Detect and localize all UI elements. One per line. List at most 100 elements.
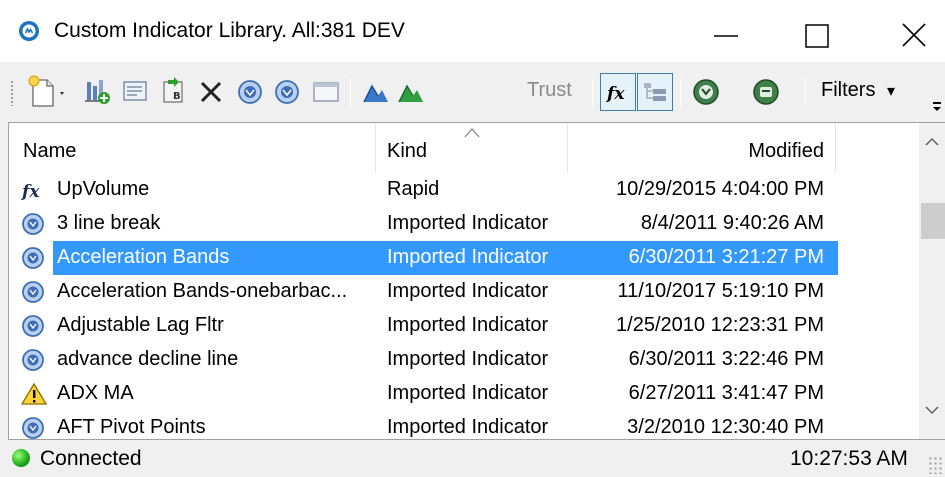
row-kind: Imported Indicator: [387, 246, 549, 268]
toolbar-overflow-button[interactable]: [930, 98, 944, 118]
globe-download-icon: [693, 79, 719, 105]
column-divider[interactable]: [375, 123, 376, 173]
svg-text:fx: fx: [606, 84, 625, 104]
row-name: ADX MA: [57, 382, 134, 404]
imported-indicator-icon: [21, 416, 47, 439]
warning-icon: [20, 382, 48, 406]
imported-indicator-icon: [21, 212, 47, 236]
row-modified: 6/27/2011 3:41:47 PM: [628, 382, 824, 404]
window-layout-button[interactable]: [308, 74, 344, 110]
row-name: Acceleration Bands-onebarbac...: [57, 280, 348, 302]
line-chart-blue-icon: [363, 84, 388, 103]
toolbar: B Trust fx Filters ▾: [0, 62, 945, 122]
trust-button[interactable]: Trust: [527, 79, 572, 102]
toolbar-separator: [680, 78, 681, 108]
tree-view-icon: [644, 83, 666, 101]
svg-text:fx: fx: [21, 182, 40, 202]
tree-view-toggle[interactable]: [637, 73, 673, 111]
row-name: UpVolume: [57, 178, 150, 200]
row-modified: 3/2/2010 12:30:40 PM: [627, 416, 824, 438]
svg-text:B: B: [173, 91, 181, 102]
overflow-chevron-icon: [933, 102, 941, 111]
properties-icon: [123, 81, 147, 101]
scroll-up-icon[interactable]: [925, 137, 939, 147]
column-header-name[interactable]: Name: [23, 123, 76, 173]
chart-style-button-1[interactable]: [358, 74, 394, 110]
fx-icon: fx: [606, 84, 625, 104]
row-modified: 6/30/2011 3:21:27 PM: [628, 246, 824, 268]
column-header-row: Name Kind Modified: [9, 123, 919, 173]
resize-grip[interactable]: [928, 456, 942, 474]
toolbar-grip[interactable]: [10, 80, 14, 106]
row-kind: Imported Indicator: [387, 314, 549, 336]
imported-indicator-icon: [21, 348, 47, 372]
delete-button[interactable]: [194, 74, 228, 110]
fx-filter-toggle[interactable]: fx: [600, 73, 636, 111]
globe-upload-icon: [753, 79, 779, 105]
properties-button[interactable]: [118, 74, 152, 110]
row-kind: Imported Indicator: [387, 280, 549, 302]
column-divider[interactable]: [835, 123, 836, 173]
column-header-modified[interactable]: Modified: [569, 123, 824, 173]
line-chart-green-icon: [398, 84, 423, 103]
indicator-action-button-1[interactable]: [233, 74, 267, 110]
table-row[interactable]: AFT Pivot Points Imported Indicator 3/2/…: [9, 411, 919, 439]
table-row[interactable]: fx UpVolume Rapid 10/29/2015 4:04:00 PM: [9, 173, 919, 207]
close-button[interactable]: [856, 0, 945, 62]
title-bar[interactable]: Custom Indicator Library. All:381 DEV: [0, 0, 945, 62]
table-row[interactable]: 3 line break Imported Indicator 8/4/2011…: [9, 207, 919, 241]
row-name: advance decline line: [57, 348, 239, 370]
chevron-down-icon: ▾: [887, 83, 896, 100]
fx-icon: fx: [21, 178, 47, 202]
connected-status-icon: [12, 449, 30, 467]
filters-label: Filters: [821, 79, 876, 101]
download-button[interactable]: [688, 74, 724, 110]
chart-style-button-2[interactable]: [393, 74, 429, 110]
row-name: 3 line break: [57, 212, 161, 234]
add-chart-button[interactable]: [80, 74, 114, 110]
import-icon: B: [163, 77, 183, 103]
indicator-icon: [275, 80, 299, 104]
table-row-selected[interactable]: Acceleration Bands Imported Indicator 6/…: [9, 241, 919, 275]
delete-icon: [200, 81, 222, 103]
window-title: Custom Indicator Library. All:381 DEV: [54, 19, 405, 42]
table-row[interactable]: Acceleration Bands-onebarbac... Imported…: [9, 275, 919, 309]
row-name: Acceleration Bands: [57, 246, 230, 268]
toolbar-separator: [592, 78, 593, 108]
upload-button[interactable]: [748, 74, 784, 110]
row-modified: 6/30/2011 3:22:46 PM: [628, 348, 824, 370]
new-indicator-button[interactable]: [26, 74, 68, 110]
imported-indicator-icon: [21, 280, 47, 304]
scrollbar-thumb[interactable]: [921, 203, 945, 239]
minimize-button[interactable]: [680, 0, 772, 62]
toolbar-separator: [350, 78, 351, 108]
row-name: AFT Pivot Points: [57, 416, 206, 438]
row-kind: Rapid: [387, 178, 440, 200]
row-modified: 8/4/2011 9:40:26 AM: [640, 212, 824, 234]
column-header-kind[interactable]: Kind: [387, 123, 427, 173]
maximize-button[interactable]: [772, 0, 864, 62]
table-row[interactable]: Adjustable Lag Fltr Imported Indicator 1…: [9, 309, 919, 343]
window-icon: [313, 82, 339, 102]
row-modified: 10/29/2015 4:04:00 PM: [616, 178, 824, 200]
indicator-action-button-2[interactable]: [270, 74, 304, 110]
row-kind: Imported Indicator: [387, 348, 549, 370]
row-kind: Imported Indicator: [387, 416, 549, 438]
row-kind: Imported Indicator: [387, 382, 549, 404]
row-kind: Imported Indicator: [387, 212, 549, 234]
imported-indicator-icon: [21, 246, 47, 270]
column-divider[interactable]: [567, 123, 568, 173]
indicator-list[interactable]: Name Kind Modified fx UpVolume Rapid 10/…: [8, 122, 945, 440]
add-chart-icon: [85, 80, 110, 104]
table-row[interactable]: ADX MA Imported Indicator 6/27/2011 3:41…: [9, 377, 919, 411]
new-document-icon: [28, 75, 64, 107]
vertical-scrollbar[interactable]: [919, 123, 945, 439]
app-icon: [19, 21, 39, 41]
imported-indicator-icon: [21, 314, 47, 338]
import-button[interactable]: B: [156, 74, 190, 110]
table-row[interactable]: advance decline line Imported Indicator …: [9, 343, 919, 377]
filters-dropdown[interactable]: Filters ▾: [821, 79, 895, 102]
status-bar: Connected 10:27:53 AM: [0, 440, 945, 477]
toolbar-separator: [805, 78, 806, 108]
scroll-down-icon[interactable]: [925, 405, 939, 415]
